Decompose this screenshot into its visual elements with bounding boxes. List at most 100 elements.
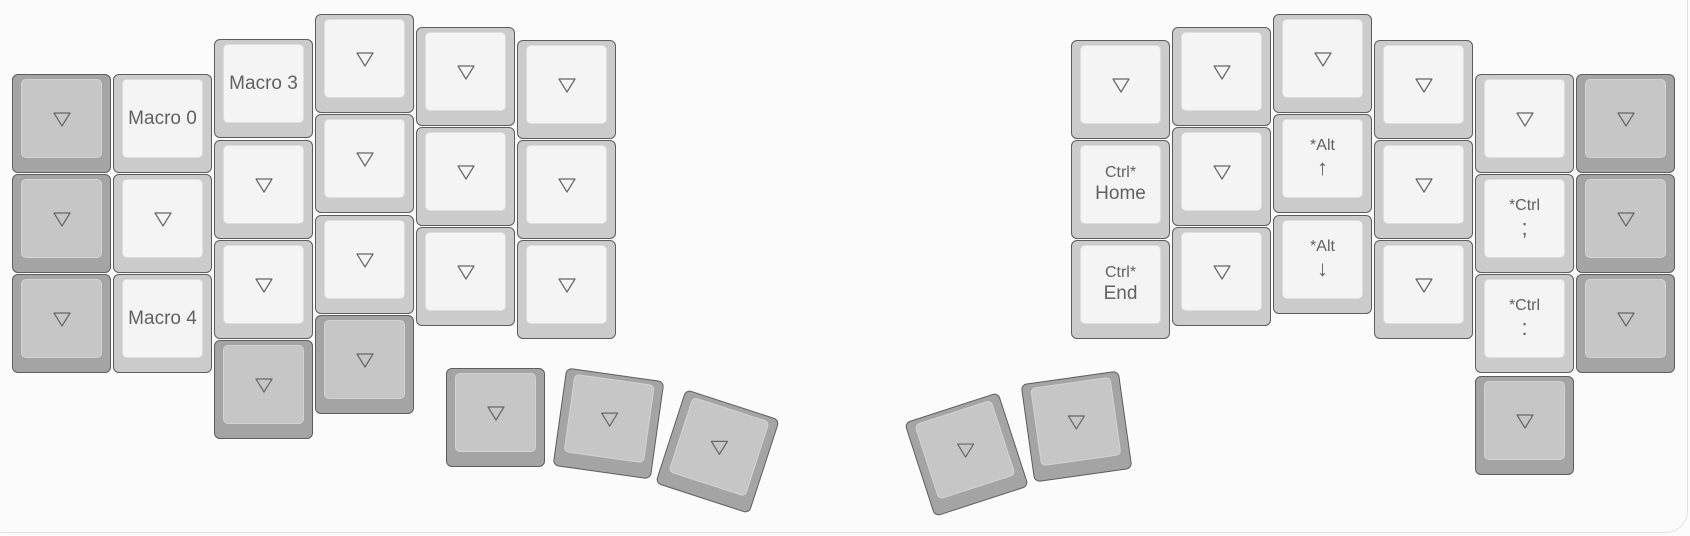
key-r-c4-r0[interactable] [1475,74,1574,173]
triangle-down-icon [254,277,273,293]
key-l-c5-r2[interactable] [517,240,616,339]
keycap-face [224,146,303,223]
key-modifier-label: *Ctrl [1508,196,1541,214]
key-modifier-label: Ctrl* [1104,263,1137,281]
key-r-c0-r2[interactable]: Ctrl* End [1071,240,1170,339]
key-l-c0-r2[interactable] [12,274,111,373]
key-symbol: ; [1521,215,1528,241]
triangle-down-icon [254,377,273,393]
key-r-c5-r1[interactable] [1576,174,1675,273]
key-l-c2-r3[interactable] [214,340,313,439]
keycap-face [1485,382,1564,459]
key-l-thumb-1[interactable] [552,367,665,480]
key-r-c5-r2[interactable] [1576,274,1675,373]
key-l-c0-r0[interactable] [12,74,111,173]
key-l-c0-r1[interactable] [12,174,111,273]
keycap-face [1586,280,1665,357]
key-l-c4-r0[interactable] [416,27,515,126]
keycap-face: Ctrl* End [1081,246,1160,323]
keycap-face [426,33,505,110]
keycap-face [564,374,654,463]
keycap-face [1384,246,1463,323]
keycap-face [1485,80,1564,157]
keycap-face [224,346,303,423]
triangle-down-icon [1212,264,1231,280]
triangle-down-icon [1212,64,1231,80]
triangle-down-icon [1111,77,1130,93]
key-l-c2-r2[interactable] [214,240,313,339]
keycap-face [527,246,606,323]
key-l-c3-r3[interactable] [315,315,414,414]
key-l-c1-r2[interactable]: Macro 4 [113,274,212,373]
key-label: Home [1095,183,1146,205]
key-l-c5-r0[interactable] [517,40,616,139]
keycap-face [325,221,404,298]
keycap-face [1384,46,1463,123]
keyboard-layout: Macro 0 Macro 4 Macro 3 Ctrl* Home Ctrl* End *… [0,0,1690,536]
key-modifier-label: Ctrl* [1104,163,1137,181]
key-r-c1-r0[interactable] [1172,27,1271,126]
keycap-face [224,246,303,323]
key-r-c3-r2[interactable] [1374,240,1473,339]
keycap-face [1031,377,1121,466]
key-l-c3-r2[interactable] [315,215,414,314]
keycap-face [1586,80,1665,157]
keycap-face: *Alt ↓ [1283,221,1362,298]
triangle-down-icon [710,440,728,455]
key-r-thumb-1[interactable] [1020,370,1133,483]
keycap-face: *Ctrl: [1485,280,1564,357]
triangle-down-icon [52,311,71,327]
key-r-c4-r1[interactable]: *Ctrl; [1475,174,1574,273]
triangle-down-icon [1414,77,1433,93]
triangle-down-icon [557,277,576,293]
triangle-down-icon [153,211,172,227]
keycap-face [456,374,535,451]
keycap-face [1081,46,1160,123]
key-modifier-label: *Alt [1310,136,1335,154]
triangle-down-icon [1616,211,1635,227]
key-l-c2-r0[interactable]: Macro 3 [214,39,313,138]
key-r-c1-r2[interactable] [1172,227,1271,326]
keycap-face [915,400,1015,499]
key-r-c2-r2[interactable]: *Alt ↓ [1273,215,1372,314]
triangle-down-icon [254,177,273,193]
key-l-thumb-0[interactable] [446,368,545,467]
keycap-face: Macro 3 [224,45,303,122]
key-l-c4-r1[interactable] [416,127,515,226]
keycap-face [325,20,404,97]
key-modifier-label: *Alt [1310,237,1335,255]
key-l-c1-r0[interactable]: Macro 0 [113,74,212,173]
key-r-c2-r0[interactable] [1273,14,1372,113]
key-l-c2-r1[interactable] [214,140,313,239]
triangle-down-icon [1212,164,1231,180]
key-r-c1-r1[interactable] [1172,127,1271,226]
triangle-down-icon [1414,277,1433,293]
key-symbol: ↓ [1317,256,1328,282]
key-l-c5-r1[interactable] [517,140,616,239]
key-r-c3-r0[interactable] [1374,40,1473,139]
keycap-face [1586,180,1665,257]
triangle-down-icon [1414,177,1433,193]
keycap-face: Ctrl* Home [1081,146,1160,223]
key-symbol: ↑ [1317,155,1328,181]
triangle-down-icon [557,177,576,193]
key-l-c3-r0[interactable] [315,14,414,113]
keycap-face [1182,233,1261,310]
key-r-c0-r0[interactable] [1071,40,1170,139]
key-r-c4-r3[interactable] [1475,376,1574,475]
keycap-face [22,80,101,157]
keycap-face [426,233,505,310]
key-r-c5-r0[interactable] [1576,74,1675,173]
key-l-c3-r1[interactable] [315,114,414,213]
key-r-c2-r1[interactable]: *Alt ↑ [1273,114,1372,213]
key-l-c1-r1[interactable] [113,174,212,273]
key-l-c4-r2[interactable] [416,227,515,326]
keycap-face [669,397,769,496]
key-r-c0-r1[interactable]: Ctrl* Home [1071,140,1170,239]
triangle-down-icon [557,77,576,93]
triangle-down-icon [355,252,374,268]
key-r-c4-r2[interactable]: *Ctrl: [1475,274,1574,373]
triangle-down-icon [1616,111,1635,127]
key-r-c3-r1[interactable] [1374,140,1473,239]
triangle-down-icon [1067,414,1085,430]
